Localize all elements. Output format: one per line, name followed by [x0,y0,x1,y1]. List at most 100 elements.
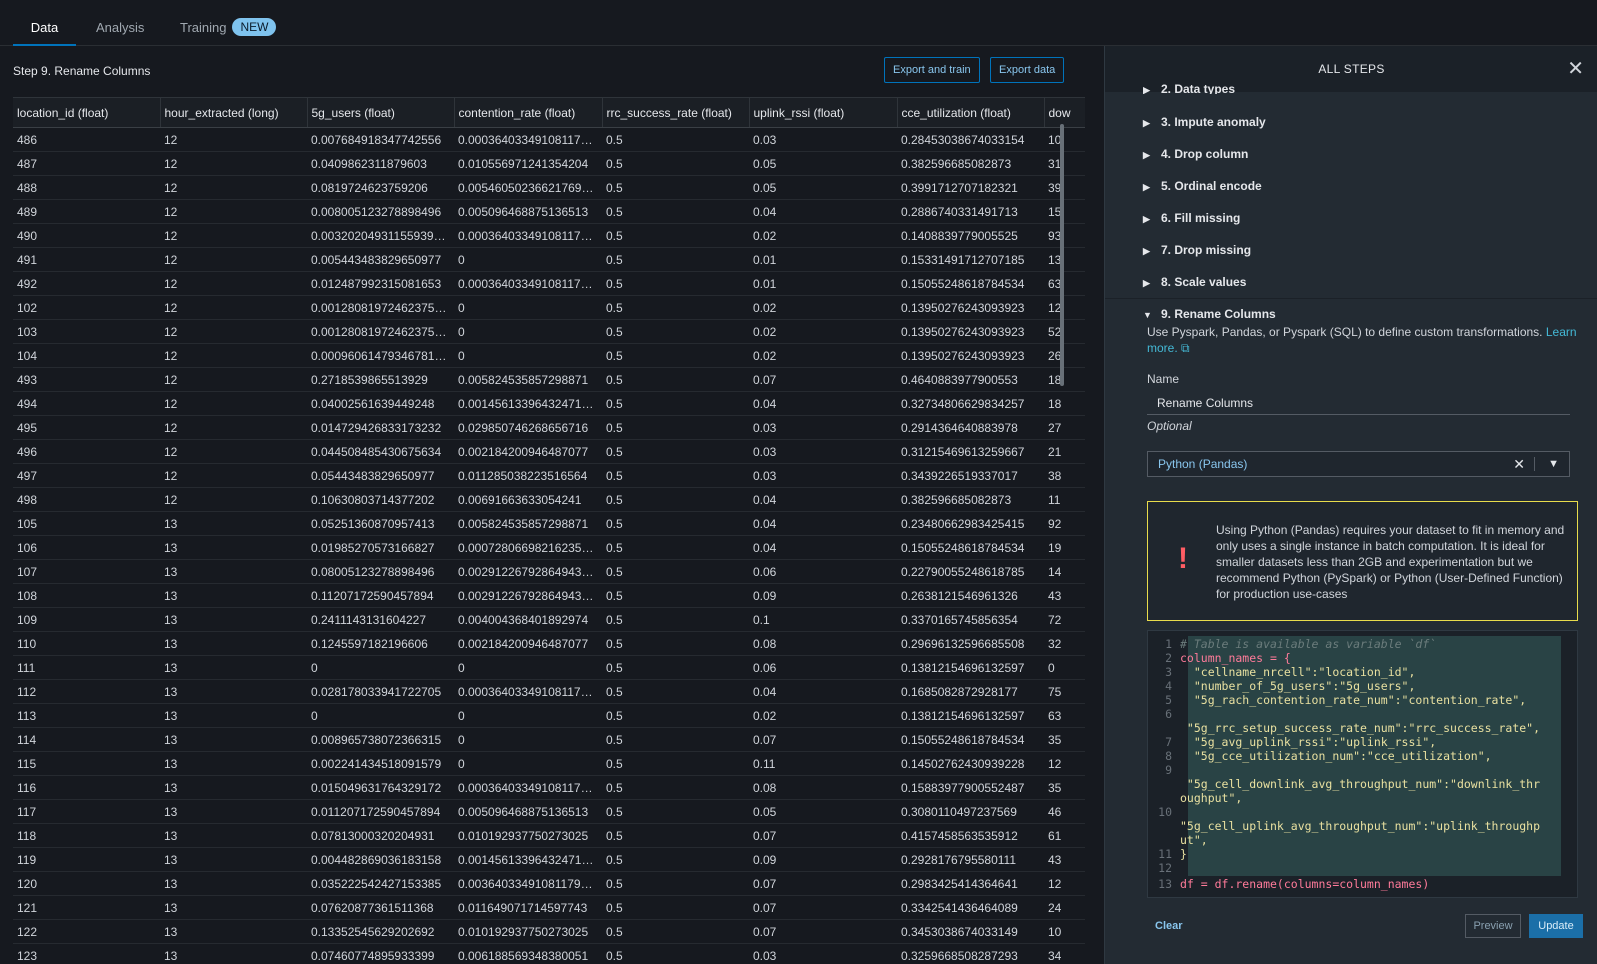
table-cell: 0.5 [602,295,749,320]
table-cell: 0.02 [749,703,897,728]
table-cell: 0.5 [602,631,749,656]
table-cell: 13 [160,871,307,896]
step-item-impute-anomaly[interactable]: ▶ 3. Impute anomaly [1143,115,1266,135]
table-cell: 0.04 [749,487,897,512]
code-line: 1 # Table is available as variable `df` [1148,637,1568,651]
tab-training[interactable]: Training NEW [180,0,277,46]
table-cell: 13 [160,775,307,800]
step-label: 3. Impute anomaly [1161,115,1266,129]
table-cell: 0.007684918347742556 [307,127,454,152]
column-header[interactable]: hour_extracted (long) [160,97,308,128]
step-item-drop-column[interactable]: ▶ 4. Drop column [1143,147,1248,167]
name-input[interactable]: Rename Columns [1147,391,1570,415]
column-header[interactable]: uplink_rssi (float) [749,97,898,128]
table-cell: 12 [160,175,307,200]
column-header[interactable]: rrc_success_rate (float) [602,97,750,128]
clear-selection-icon[interactable]: ✕ [1513,452,1525,476]
step-item-fill-missing[interactable]: ▶ 6. Fill missing [1143,211,1240,231]
code-editor[interactable]: 1 # Table is available as variable `df` 2 c… [1147,630,1578,898]
step-item-scale-values[interactable]: ▶ 8. Scale values [1143,275,1246,295]
table-row: 109 13 0.2411143131604227 0.004004368401892… [13,607,1085,632]
step-description: Use Pyspark, Pandas, or Pyspark (SQL) to… [1147,324,1577,356]
column-header[interactable]: cce_utilization (float) [897,97,1045,128]
table-cell: 0.005096468875136513 [454,199,602,224]
table-cell: 13 [160,823,307,848]
table-cell: 0.044508485430675634 [307,439,454,464]
step-item-ordinal-encode[interactable]: ▶ 5. Ordinal encode [1143,179,1262,199]
table-cell: 0.05251360870957413 [307,511,454,536]
table-cell: 12 [160,247,307,272]
close-icon[interactable]: ✕ [1567,56,1584,81]
step-item-drop-missing[interactable]: ▶ 7. Drop missing [1143,243,1251,263]
table-cell: 0.002241434518091579 [307,751,454,776]
table-cell: 494 [13,391,160,416]
table-cell: 0.5 [602,703,749,728]
column-header[interactable]: dow [1044,97,1085,128]
table-cell: 19 [1044,535,1085,560]
table-vertical-scrollbar[interactable] [1060,124,1064,386]
table-cell: 489 [13,199,160,224]
code-line: 3 "cellname_nrcell":"location_id", [1148,665,1568,679]
tab-data[interactable]: Data [13,0,76,46]
table-cell: 0.03 [749,439,897,464]
table-cell: 12 [160,151,307,176]
tab-analysis[interactable]: Analysis [96,0,144,46]
table-cell: 0.07460774895933399 [307,943,454,964]
table-cell: 0.5 [602,871,749,896]
column-header[interactable]: contention_rate (float) [454,97,603,128]
table-cell: 0.382596685082873 [897,151,1044,176]
table-row: 104 12 0.00096061479346781… 0 0.5 0.02 0.13950… [13,343,1085,368]
table-cell: 0.14502762430939228 [897,751,1044,776]
table-cell: 0.5 [602,751,749,776]
table-cell: 0.5 [602,583,749,608]
data-table: location_id (float) hour_extracted (long)… [13,97,1085,964]
all-steps-panel: ALL STEPS ✕ ▶ 2. Data types ▶ 3. Impute an… [1104,46,1597,964]
table-cell: 0.07 [749,895,897,920]
table-cell: 0.004004368401892974 [454,607,602,632]
new-badge: NEW [232,18,277,36]
preview-button[interactable]: Preview [1465,914,1521,938]
clear-button[interactable]: Clear [1155,920,1183,932]
table-cell: 0.2718539865513929 [307,367,454,392]
table-cell: 107 [13,559,160,584]
export-data-button[interactable]: Export data [990,57,1065,83]
table-cell: 12 [1044,295,1085,320]
transform-language-select[interactable]: Python (Pandas) ✕ ▼ [1147,451,1570,477]
chevron-down-icon[interactable]: ▼ [1548,452,1559,476]
table-cell: 0.15055248618784534 [897,535,1044,560]
code-line: 12 [1148,861,1568,875]
table-cell: 116 [13,775,160,800]
table-cell: 0.3453038674033149 [897,919,1044,944]
table-cell: 13 [160,559,307,584]
step-title: Step 9. Rename Columns [13,64,151,78]
code-line: 10 [1148,805,1568,819]
table-cell: 0.07620877361511368 [307,895,454,920]
table-cell: 12 [160,415,307,440]
table-cell: 0.01985270573166827 [307,535,454,560]
table-cell: 35 [1044,775,1085,800]
step-item-data-types[interactable]: ▶ 2. Data types [1143,82,1235,94]
table-cell: 0.08005123278898496 [307,559,454,584]
table-cell: 0.3080110497237569 [897,799,1044,824]
caret-right-icon: ▶ [1143,182,1150,192]
table-cell: 0.0819724623759206 [307,175,454,200]
caret-right-icon: ▶ [1143,214,1150,224]
export-and-train-button[interactable]: Export and train [884,57,980,83]
table-cell: 0.00036403349108117… [454,679,602,704]
table-cell: 0.28453038674033154 [897,127,1044,152]
table-cell: 123 [13,943,160,964]
code-line: 13 df = df.rename(columns=column_names) [1148,877,1568,891]
table-row: 491 12 0.005443483829650977 0 0.5 0.01 0.15331… [13,247,1085,272]
table-cell: 0.00145613396432471… [454,847,602,872]
table-cell: 109 [13,607,160,632]
table-cell: 110 [13,631,160,656]
table-cell: 13 [160,751,307,776]
table-cell: 93 [1044,223,1085,248]
column-header[interactable]: location_id (float) [13,97,161,128]
line-text: "5g_avg_uplink_rssi":"uplink_rssi", [1180,735,1437,749]
table-cell: 0 [1044,655,1085,680]
update-button[interactable]: Update [1529,914,1583,938]
table-cell: 13 [160,607,307,632]
column-header[interactable]: 5g_users (float) [307,97,455,128]
table-row: 498 12 0.10630803714377202 0.00691663633054… [13,487,1085,512]
